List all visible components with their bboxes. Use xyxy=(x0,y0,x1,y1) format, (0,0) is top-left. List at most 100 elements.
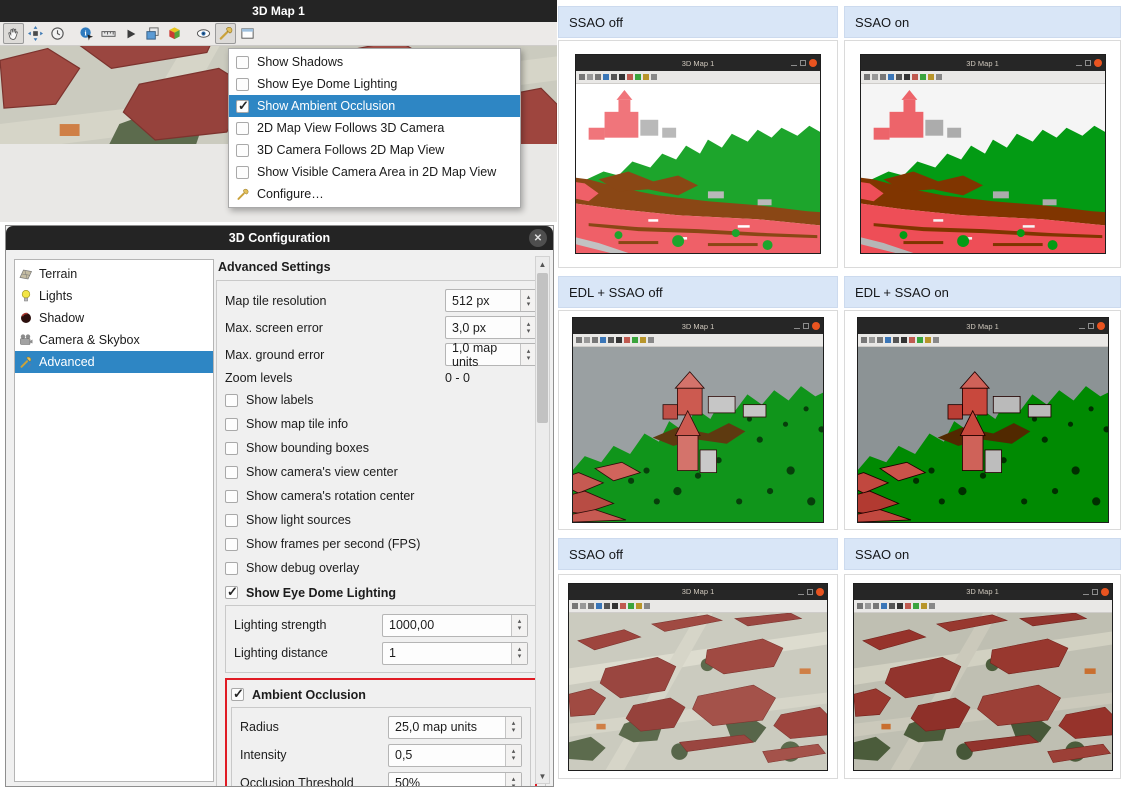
effects-eye-button[interactable] xyxy=(193,23,214,44)
menu-item-configure[interactable]: Configure… xyxy=(229,183,520,205)
identify-button[interactable] xyxy=(76,23,97,44)
checkbox-show-camera-rotation-center[interactable]: Show camera's rotation center xyxy=(225,484,537,508)
sidebar-item-terrain[interactable]: Terrain xyxy=(15,263,213,285)
max-ground-error-spinbox[interactable]: 1,0 map units xyxy=(445,343,537,366)
checkbox-checked-icon xyxy=(236,100,249,113)
sidebar-item-lights[interactable]: Lights xyxy=(15,285,213,307)
sidebar-item-shadow[interactable]: Shadow xyxy=(15,307,213,329)
menu-item-label: 3D Camera Follows 2D Map View xyxy=(257,143,444,157)
mini-window-titlebar: 3D Map 1 xyxy=(854,584,1112,600)
checkbox-show-labels[interactable]: Show labels xyxy=(225,388,537,412)
menu-item-show-eye-dome-lighting[interactable]: Show Eye Dome Lighting xyxy=(229,73,520,95)
sidebar-item-label: Shadow xyxy=(39,311,84,325)
checkbox-show-light-sources[interactable]: Show light sources xyxy=(225,508,537,532)
intensity-spinbox[interactable]: 0,5 xyxy=(388,744,522,767)
close-icon xyxy=(1097,322,1105,330)
spinner-arrows[interactable] xyxy=(511,615,527,636)
header-ssao-off-row3: SSAO off xyxy=(558,538,838,570)
checkbox-icon xyxy=(225,514,238,527)
menu-item-2d-follows-3d[interactable]: 2D Map View Follows 3D Camera xyxy=(229,117,520,139)
mini-window-titlebar: 3D Map 1 xyxy=(576,55,820,71)
axis-cube-button[interactable] xyxy=(164,23,185,44)
lighting-strength-spinbox[interactable]: 1000,00 xyxy=(382,614,528,637)
close-icon xyxy=(1094,59,1102,67)
measure-button[interactable] xyxy=(98,23,119,44)
menu-item-label: Show Ambient Occlusion xyxy=(257,99,395,113)
ao-group-label: Ambient Occlusion xyxy=(252,688,366,702)
max-screen-error-row: Max. screen error 3,0 px xyxy=(225,314,537,341)
radius-spinbox[interactable]: 25,0 map units xyxy=(388,716,522,739)
field-value: 3,0 px xyxy=(446,317,520,338)
checkbox-icon xyxy=(225,418,238,431)
menu-item-label: Show Shadows xyxy=(257,55,343,69)
menu-item-show-visible-camera-area[interactable]: Show Visible Camera Area in 2D Map View xyxy=(229,161,520,183)
dock-panel-button[interactable] xyxy=(237,23,258,44)
options-wrench-button[interactable] xyxy=(215,23,236,44)
spinner-arrows[interactable] xyxy=(520,290,536,311)
checkbox-icon xyxy=(225,490,238,503)
camera-control-button[interactable] xyxy=(25,23,46,44)
radius-row: Radius 25,0 map units xyxy=(240,713,522,741)
checkbox-label: Show labels xyxy=(246,393,313,407)
lighting-distance-row: Lighting distance 1 xyxy=(234,639,528,667)
maximize-icon xyxy=(1092,589,1098,595)
checkbox-show-camera-view-center[interactable]: Show camera's view center xyxy=(225,460,537,484)
maximize-icon xyxy=(1088,323,1094,329)
mini-window-controls xyxy=(1076,55,1102,71)
advanced-settings-frame: Map tile resolution 512 px Max. screen e… xyxy=(216,280,546,787)
render-edl-ssao-off xyxy=(573,347,823,522)
checkbox-show-bounding-boxes[interactable]: Show bounding boxes xyxy=(225,436,537,460)
sidebar-item-camera-skybox[interactable]: Camera & Skybox xyxy=(15,329,213,351)
map-window-titlebar[interactable]: 3D Map 1 xyxy=(0,0,557,22)
field-label: Occlusion Threshold xyxy=(240,776,388,787)
header-label: EDL + SSAO off xyxy=(569,285,663,300)
sidebar-item-label: Lights xyxy=(39,289,72,303)
occlusion-threshold-spinbox[interactable]: 50% xyxy=(388,772,522,787)
menu-item-show-ambient-occlusion[interactable]: Show Ambient Occlusion xyxy=(229,95,520,117)
image-cell-ssao-on-aerial: 3D Map 1 xyxy=(844,574,1121,779)
scroll-down-icon[interactable] xyxy=(536,769,549,783)
sidebar-item-advanced[interactable]: Advanced xyxy=(15,351,213,373)
scrollbar-thumb[interactable] xyxy=(537,273,548,423)
pan-tool-button[interactable] xyxy=(3,23,24,44)
spinner-arrows[interactable] xyxy=(520,344,536,365)
field-value: 0,5 xyxy=(389,745,505,766)
checkbox-icon xyxy=(225,466,238,479)
spinner-arrows[interactable] xyxy=(511,643,527,664)
checkbox-label: Show map tile info xyxy=(246,417,348,431)
config-sidebar: Terrain Lights Shadow Camera & Skybox Ad… xyxy=(14,259,214,782)
checkbox-icon xyxy=(225,442,238,455)
config-dialog-titlebar[interactable]: 3D Configuration ✕ xyxy=(6,226,553,250)
map-tile-resolution-spinbox[interactable]: 512 px xyxy=(445,289,537,312)
close-icon[interactable]: ✕ xyxy=(529,229,547,247)
export-scene-button[interactable] xyxy=(142,23,163,44)
mini-map-window: 3D Map 1 xyxy=(860,54,1106,254)
menu-item-3d-follows-2d[interactable]: 3D Camera Follows 2D Map View xyxy=(229,139,520,161)
play-animation-button[interactable] xyxy=(120,23,141,44)
edl-group-frame: Lighting strength 1000,00 Lighting dista… xyxy=(225,605,537,673)
spinner-arrows[interactable] xyxy=(505,717,521,738)
checkbox-show-map-tile-info[interactable]: Show map tile info xyxy=(225,412,537,436)
mini-toolbar-icons xyxy=(861,71,1105,84)
dialog-scrollbar[interactable] xyxy=(535,256,550,784)
ambient-occlusion-highlight-box: Ambient Occlusion Radius 25,0 map units … xyxy=(225,678,537,787)
mini-window-titlebar: 3D Map 1 xyxy=(858,318,1108,334)
spinner-arrows[interactable] xyxy=(505,745,521,766)
spinner-arrows[interactable] xyxy=(505,773,521,787)
ao-group-checkbox[interactable]: Ambient Occlusion xyxy=(231,684,531,705)
light-bulb-icon xyxy=(19,289,33,303)
checkbox-show-debug-overlay[interactable]: Show debug overlay xyxy=(225,556,537,580)
lighting-distance-spinbox[interactable]: 1 xyxy=(382,642,528,665)
mini-map-window: 3D Map 1 xyxy=(568,583,828,771)
minimize-icon xyxy=(1076,60,1082,66)
menu-item-show-shadows[interactable]: Show Shadows xyxy=(229,51,520,73)
scroll-up-icon[interactable] xyxy=(536,257,549,271)
checkbox-show-fps[interactable]: Show frames per second (FPS) xyxy=(225,532,537,556)
wrench-icon xyxy=(236,188,249,201)
field-label: Zoom levels xyxy=(225,371,445,385)
animation-button[interactable] xyxy=(47,23,68,44)
max-screen-error-spinbox[interactable]: 3,0 px xyxy=(445,316,537,339)
lighting-strength-row: Lighting strength 1000,00 xyxy=(234,611,528,639)
spinner-arrows[interactable] xyxy=(520,317,536,338)
edl-group-checkbox[interactable]: Show Eye Dome Lighting xyxy=(225,582,537,603)
